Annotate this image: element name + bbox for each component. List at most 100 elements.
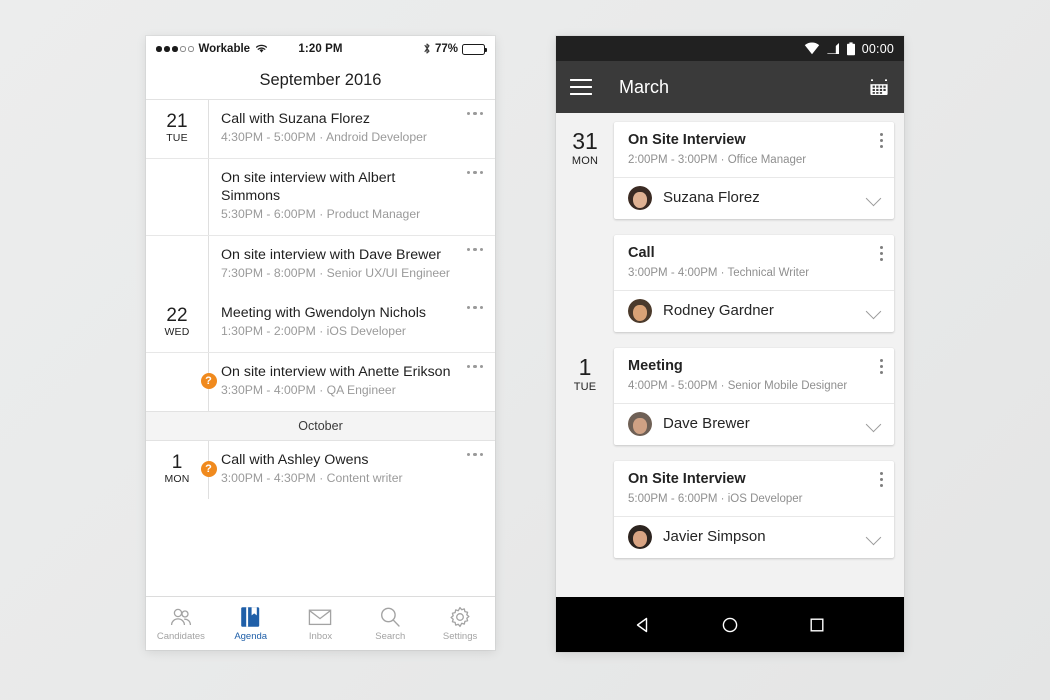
ios-clock: 1:20 PM	[298, 43, 343, 55]
chevron-down-icon[interactable]	[866, 190, 882, 206]
agenda-card-person-row[interactable]: Suzana Florez	[614, 177, 894, 219]
agenda-row[interactable]: ? On site interview with Anette Erikson 3:…	[146, 352, 495, 411]
chevron-down-icon[interactable]	[866, 416, 882, 432]
signal-strength-icon	[156, 46, 194, 52]
tab-label: Search	[375, 630, 406, 642]
ios-agenda-list[interactable]: 21 TUE Call with Suzana Florez 4:30PM - 5:0…	[146, 100, 495, 596]
cell-signal-icon	[826, 42, 840, 55]
agenda-card-person-row[interactable]: Rodney Gardner	[614, 290, 894, 332]
agenda-date-column: 22 WED	[146, 294, 208, 352]
agenda-event-title: On site interview with Albert Simmons	[221, 170, 396, 204]
more-vertical-icon[interactable]	[879, 246, 883, 261]
recents-button[interactable]	[804, 612, 830, 638]
agenda-event-title: Meeting with Gwendolyn Nichols	[221, 305, 427, 321]
agenda-event-subtitle: 7:30PM - 8:00PM · Senior UX/UI Engineer	[221, 266, 450, 280]
agenda-event-title: On site interview with Anette Erikson	[221, 364, 451, 380]
home-button[interactable]	[717, 612, 743, 638]
agenda-card-title: On Site Interview	[628, 132, 746, 148]
battery-percent-label: 77%	[434, 43, 459, 55]
agenda-day-name: MON	[571, 155, 599, 167]
agenda-row[interactable]: 1 MON? Call with Ashley Owens 3:00PM - 4:30…	[146, 441, 495, 499]
tab-label: Candidates	[156, 630, 205, 642]
tab-inbox[interactable]: Inbox	[286, 597, 356, 650]
agenda-card-person-row[interactable]: Dave Brewer	[614, 403, 894, 445]
tab-label: Agenda	[234, 630, 268, 642]
android-nav-bar[interactable]	[556, 597, 904, 652]
agenda-card-header: On Site Interview 2:00PM - 3:00PM · Offic…	[614, 131, 894, 177]
bluetooth-icon	[423, 42, 431, 57]
agenda-card-subtitle: 3:00PM - 4:00PM · Technical Writer	[628, 267, 810, 279]
battery-icon	[462, 43, 488, 55]
candidate-name: Suzana Florez	[663, 189, 760, 206]
tab-label: Inbox	[308, 630, 333, 642]
people-icon	[169, 606, 193, 628]
agenda-event-subtitle: 4:30PM - 5:00PM · Android Developer	[221, 130, 427, 144]
ios-status-left: Workable	[156, 43, 298, 56]
more-horizontal-icon[interactable]	[466, 112, 483, 116]
tab-agenda[interactable]: Agenda	[216, 597, 286, 650]
agenda-row[interactable]: On site interview with Dave Brewer 7:30PM…	[146, 235, 495, 294]
more-vertical-icon[interactable]	[879, 359, 883, 374]
candidate-name: Javier Simpson	[663, 528, 766, 545]
agenda-event[interactable]: On site interview with Albert Simmons 5:3…	[208, 159, 495, 235]
warning-badge-icon: ?	[200, 373, 217, 389]
more-horizontal-icon[interactable]	[466, 453, 483, 457]
ios-tab-bar[interactable]: Candidates Agenda Inbox Search Settings	[146, 596, 495, 650]
warning-badge-icon: ?	[200, 461, 217, 477]
agenda-event-subtitle: 3:00PM - 4:30PM · Content writer	[221, 471, 403, 485]
more-horizontal-icon[interactable]	[466, 171, 483, 175]
hamburger-menu-icon[interactable]	[570, 79, 592, 95]
avatar	[628, 412, 652, 436]
more-vertical-icon[interactable]	[879, 133, 883, 148]
agenda-row[interactable]: On site interview with Albert Simmons 5:3…	[146, 158, 495, 235]
back-button[interactable]	[630, 612, 656, 638]
agenda-card[interactable]: On Site Interview 5:00PM - 6:00PM · iOS D…	[614, 461, 894, 558]
tab-settings[interactable]: Settings	[425, 597, 495, 650]
agenda-row[interactable]: 22 WED Meeting with Gwendolyn Nichols 1:30P…	[146, 294, 495, 352]
agenda-card-person-row[interactable]: Javier Simpson	[614, 516, 894, 558]
android-phone-screen: 00:00 March 31 MON On Site Interview 2:00PM…	[556, 36, 904, 652]
agenda-date-column: 31 MON	[556, 122, 614, 169]
agenda-card[interactable]: Call 3:00PM - 4:00PM · Technical Writer Ro…	[614, 235, 894, 332]
agenda-card-header: Call 3:00PM - 4:00PM · Technical Writer	[614, 244, 894, 290]
agenda-event[interactable]: ? On site interview with Anette Erikson 3:…	[200, 353, 495, 411]
more-horizontal-icon[interactable]	[466, 248, 483, 252]
agenda-day-name: TUE	[573, 381, 597, 393]
agenda-event-title: Call with Ashley Owens	[221, 452, 369, 468]
ios-status-bar: Workable 1:20 PM 77%	[146, 36, 495, 62]
agenda-event[interactable]: On site interview with Dave Brewer 7:30PM…	[208, 236, 495, 294]
agenda-date-column	[146, 236, 208, 294]
android-agenda-list[interactable]: 31 MON On Site Interview 2:00PM - 3:00PM · …	[556, 113, 904, 597]
agenda-event[interactable]: ? Call with Ashley Owens 3:00PM - 4:30PM ·…	[200, 441, 495, 499]
agenda-day-name: MON	[164, 473, 190, 485]
agenda-event-subtitle: 5:30PM - 6:00PM · Product Manager	[221, 207, 421, 221]
agenda-card-title: Meeting	[628, 358, 683, 374]
tab-search[interactable]: Search	[355, 597, 425, 650]
agenda-card[interactable]: On Site Interview 2:00PM - 3:00PM · Offic…	[614, 122, 894, 219]
more-horizontal-icon[interactable]	[466, 306, 483, 310]
agenda-card-subtitle: 4:00PM - 5:00PM · Senior Mobile Designer	[628, 380, 848, 392]
avatar	[628, 525, 652, 549]
page-title: September 2016	[259, 71, 382, 89]
avatar	[628, 299, 652, 323]
agenda-date-column	[146, 353, 208, 411]
more-horizontal-icon[interactable]	[466, 365, 483, 369]
agenda-event[interactable]: Meeting with Gwendolyn Nichols 1:30PM - 2…	[208, 294, 495, 352]
tab-label: Settings	[442, 630, 478, 642]
calendar-icon[interactable]	[868, 76, 890, 98]
agenda-row[interactable]: 21 TUE Call with Suzana Florez 4:30PM - 5:0…	[146, 100, 495, 158]
agenda-event[interactable]: Call with Suzana Florez 4:30PM - 5:00PM ·…	[208, 100, 495, 158]
chevron-down-icon[interactable]	[866, 529, 882, 545]
chevron-down-icon[interactable]	[866, 303, 882, 319]
tab-candidates[interactable]: Candidates	[146, 597, 216, 650]
month-separator: October	[146, 411, 495, 441]
envelope-icon	[308, 606, 332, 628]
agenda-date-column	[146, 159, 208, 235]
agenda-day-group: 31 MON On Site Interview 2:00PM - 3:00PM · …	[556, 122, 904, 348]
agenda-card[interactable]: Meeting 4:00PM - 5:00PM · Senior Mobile D…	[614, 348, 894, 445]
more-vertical-icon[interactable]	[879, 472, 883, 487]
agenda-card-header: Meeting 4:00PM - 5:00PM · Senior Mobile D…	[614, 357, 894, 403]
android-status-bar: 00:00	[556, 36, 904, 61]
agenda-card-column: On Site Interview 2:00PM - 3:00PM · Offic…	[614, 122, 904, 348]
agenda-day-group: 1 TUE Meeting 4:00PM - 5:00PM · Senior Mobi…	[556, 348, 904, 574]
